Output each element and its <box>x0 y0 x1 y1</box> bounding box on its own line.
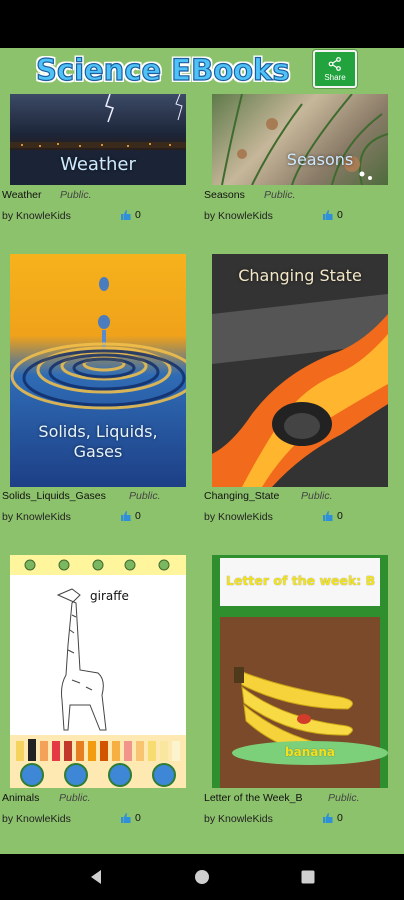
thumb-label: Letter of the week: B <box>226 573 376 588</box>
thumb-label: Weather <box>60 154 136 175</box>
home-circle-icon[interactable] <box>194 869 210 885</box>
like-count[interactable]: 0 <box>121 510 141 522</box>
book-author: by KnowleKids <box>2 813 71 825</box>
book-title: Letter of the Week_B <box>204 792 303 804</box>
lava-scene <box>212 254 388 487</box>
book-author: by KnowleKids <box>2 511 71 523</box>
app-title: Science EBooks <box>35 52 290 87</box>
book-author: by KnowleKids <box>204 511 273 523</box>
system-nav-bar <box>0 854 404 900</box>
book-thumbnail[interactable]: giraffe <box>10 555 186 788</box>
thumb-label: Changing State <box>238 266 362 285</box>
share-icon <box>328 56 341 71</box>
like-count[interactable]: 0 <box>323 209 343 221</box>
book-card-weather[interactable]: Weather Weather Public. by KnowleKids 0 <box>2 94 186 224</box>
book-visibility: Public. <box>328 792 360 804</box>
book-visibility: Public. <box>264 189 296 201</box>
book-title: Changing_State <box>204 490 280 502</box>
book-card-animals[interactable]: giraffe Animals Public. by KnowleKids 0 <box>2 555 186 825</box>
thumbs-up-icon <box>323 813 333 823</box>
book-card-seasons[interactable]: Seasons Seasons Public. by KnowleKids 0 <box>204 94 388 224</box>
book-visibility: Public. <box>301 490 333 502</box>
like-count[interactable]: 0 <box>121 812 141 824</box>
share-label: Share <box>324 72 346 82</box>
book-title: Solids_Liquids_Gases <box>2 490 106 502</box>
thumbs-up-icon <box>121 813 131 823</box>
book-card-changing-state[interactable]: Changing State Changing_State Public. by… <box>204 254 388 524</box>
book-thumbnail[interactable]: Weather <box>10 94 186 185</box>
book-visibility: Public. <box>59 792 91 804</box>
app-header: Science EBooks Share <box>0 48 404 94</box>
status-bar <box>0 0 404 48</box>
back-triangle-icon[interactable] <box>88 869 104 885</box>
share-button[interactable]: Share <box>313 50 357 88</box>
book-title: Weather <box>2 189 42 201</box>
book-author: by KnowleKids <box>204 210 273 222</box>
thumb-label: Seasons <box>286 150 354 169</box>
thumbs-up-icon <box>121 210 131 220</box>
seasons-scene <box>221 94 388 185</box>
like-count[interactable]: 0 <box>323 510 343 522</box>
book-visibility: Public. <box>60 189 92 201</box>
like-count[interactable]: 0 <box>323 812 343 824</box>
like-count[interactable]: 0 <box>121 209 141 221</box>
book-author: by KnowleKids <box>2 210 71 222</box>
book-thumbnail[interactable]: Solids, Liquids, Gases <box>10 254 186 487</box>
book-thumbnail[interactable]: Letter of the week: B banana <box>212 555 388 788</box>
recents-square-icon[interactable] <box>300 869 316 885</box>
book-author: by KnowleKids <box>204 813 273 825</box>
book-thumbnail[interactable]: Changing State <box>212 254 388 487</box>
book-title: Seasons <box>204 189 245 201</box>
book-card-letter-of-the-week-b[interactable]: Letter of the week: B banana Letter of t… <box>204 555 388 825</box>
thumbs-up-icon <box>323 511 333 521</box>
thumbs-up-icon <box>121 511 131 521</box>
book-visibility: Public. <box>129 490 161 502</box>
thumb-label: giraffe <box>90 589 129 603</box>
thumb-label: Solids, Liquids, Gases <box>38 422 158 461</box>
book-card-solids-liquids-gases[interactable]: Solids, Liquids, Gases Solids_Liquids_Ga… <box>2 254 186 524</box>
thumbs-up-icon <box>323 210 333 220</box>
book-thumbnail[interactable]: Seasons <box>212 94 388 185</box>
book-title: Animals <box>2 792 40 804</box>
thumb-sublabel: banana <box>285 745 335 759</box>
